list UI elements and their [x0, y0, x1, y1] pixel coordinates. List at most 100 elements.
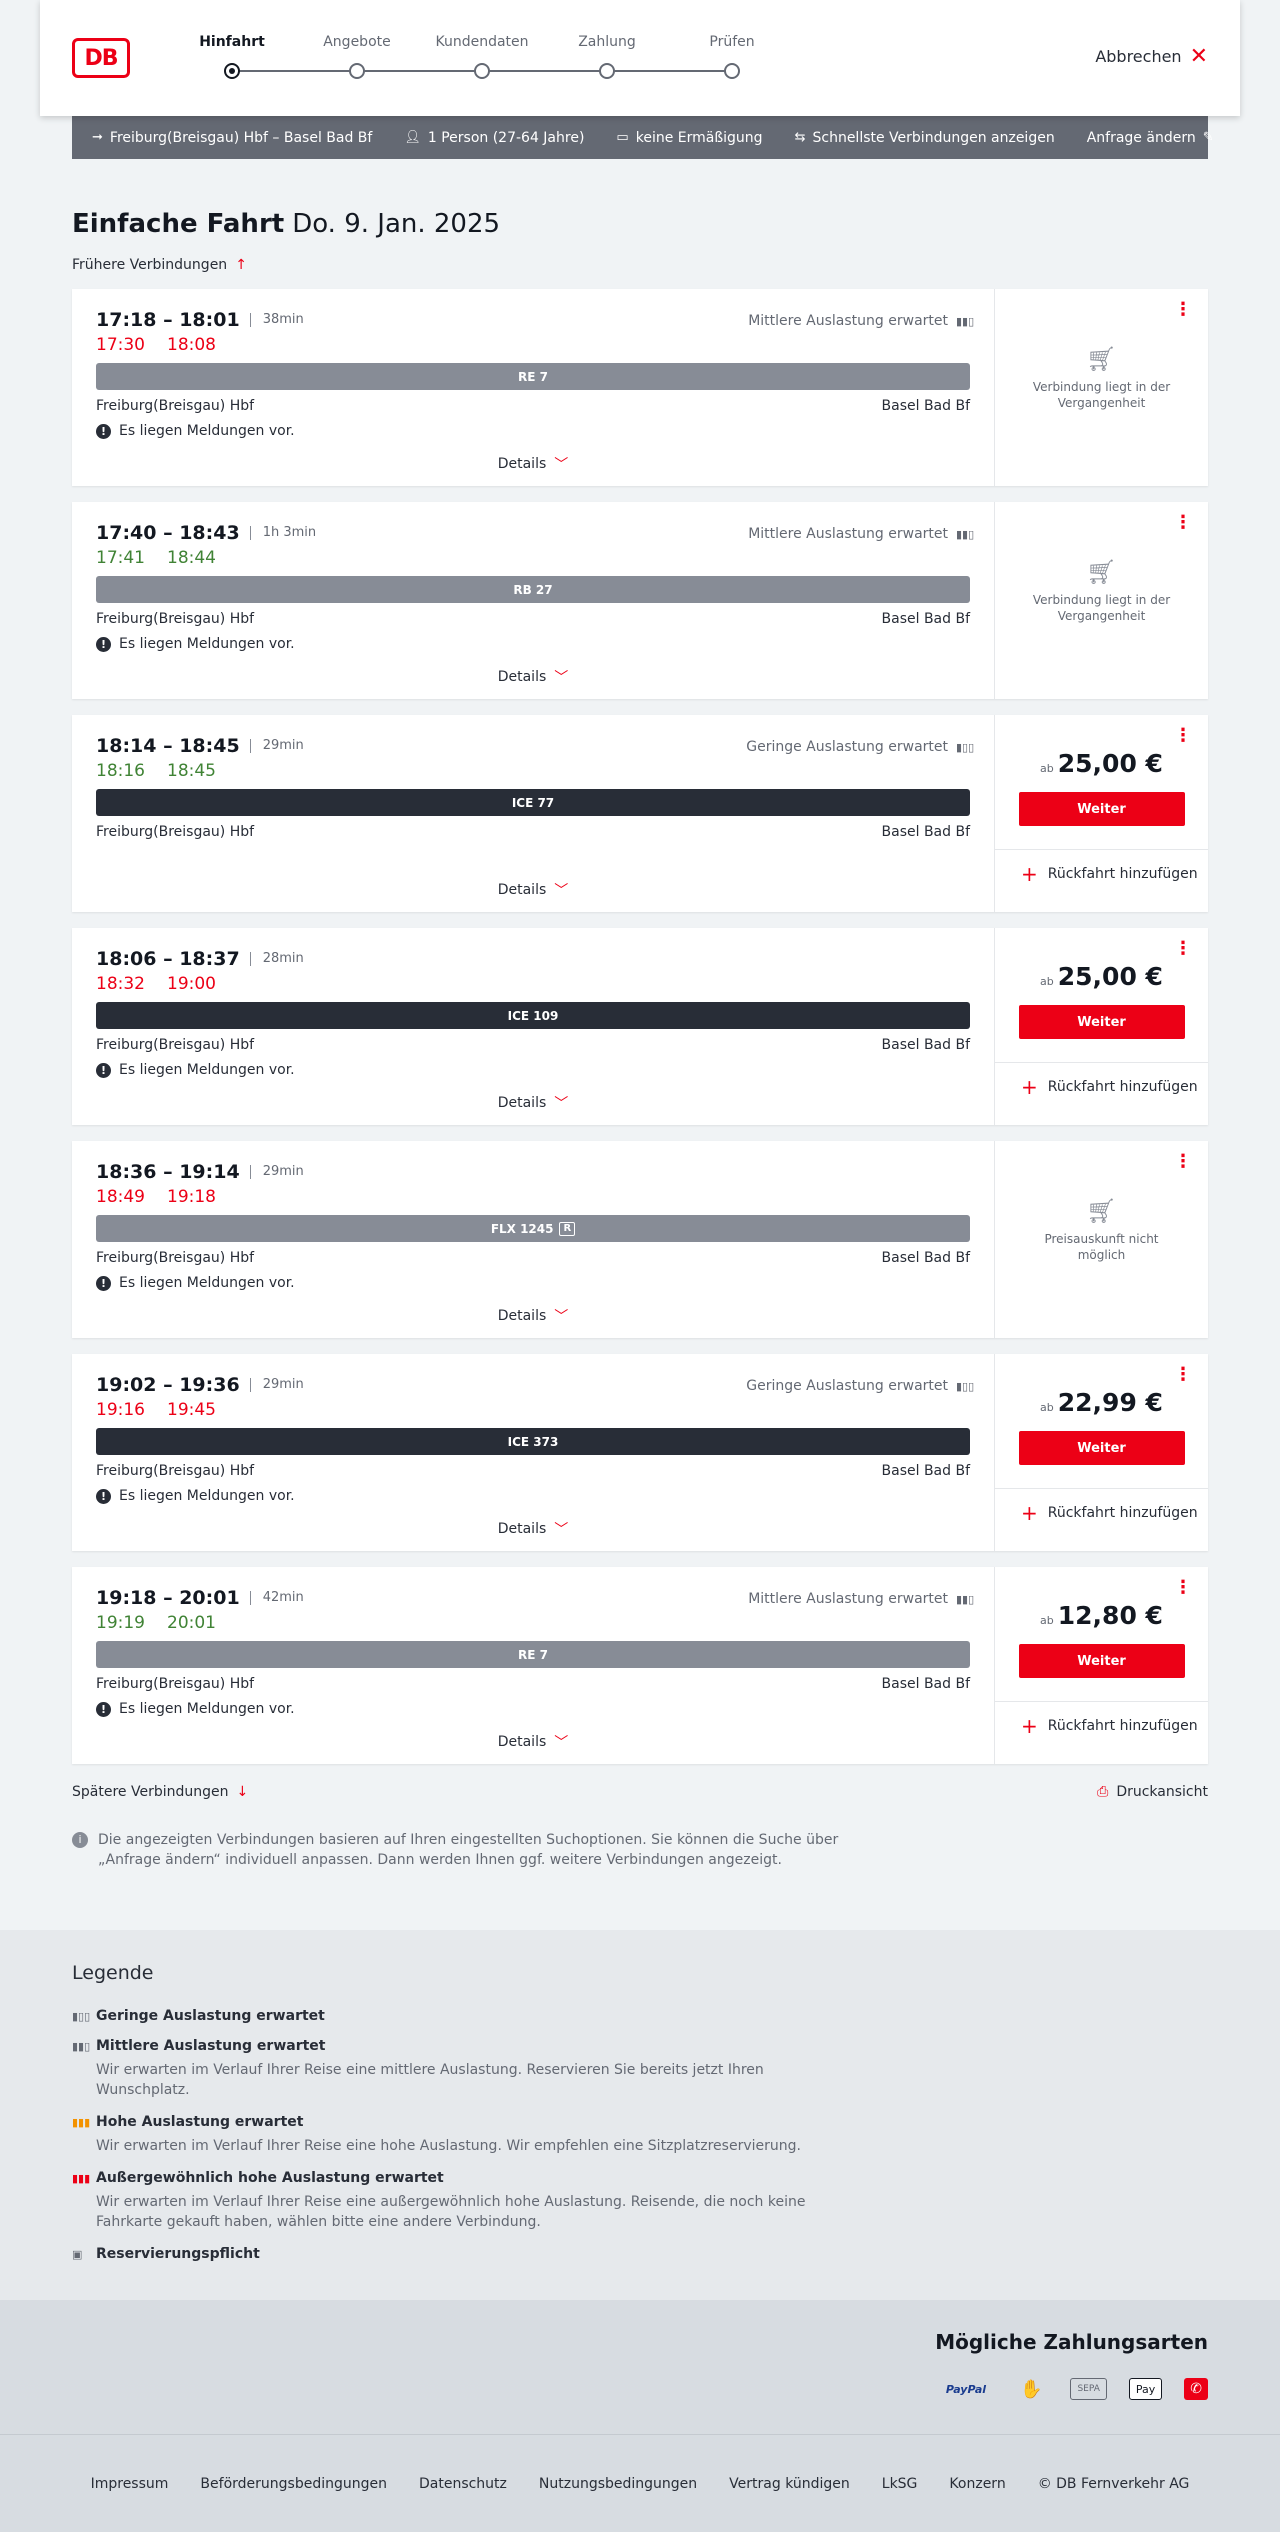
message-text: Es liegen Meldungen vor. — [119, 1275, 295, 1291]
step-1[interactable]: Hinfahrt — [162, 34, 302, 79]
occupancy-low-icon: ▮▯▯ — [72, 2009, 91, 2023]
more-options-icon[interactable]: ⋮ — [1174, 1579, 1192, 1597]
price-prefix: ab — [1040, 1401, 1054, 1414]
edit-query-button[interactable]: Anfrage ändern ✎ — [1087, 130, 1214, 146]
duration: 42min — [249, 1591, 304, 1605]
details-toggle[interactable]: Details ﹀ — [96, 454, 970, 474]
connection-card: 17:40 – 18:43 1h 3min Mittlere Auslastung … — [72, 502, 1208, 699]
add-return-button[interactable]: + Rückfahrt hinzufügen — [995, 1702, 1208, 1750]
realtime-departure: 18:49 — [96, 1187, 145, 1207]
occupancy-indicator: Mittlere Auslastung erwartet ▮▮▯ — [748, 313, 974, 329]
connection-info[interactable]: 18:36 – 19:14 29min 18:49 19:18 FLX 1245 R Fre… — [72, 1141, 994, 1338]
cart-unavailable-icon: 🛒︎ — [1086, 345, 1117, 373]
connection-info[interactable]: 19:18 – 20:01 42min Mittlere Auslastung er… — [72, 1567, 994, 1764]
connection-info[interactable]: 18:14 – 18:45 29min Geringe Auslastung erw… — [72, 715, 994, 912]
payment-section: Mögliche Zahlungsarten PayPal ✋ SEPA Pay… — [0, 2300, 1280, 2435]
occupancy-indicator: Mittlere Auslastung erwartet ▮▮▯ — [748, 1591, 974, 1607]
db-logo[interactable]: DB — [72, 38, 130, 78]
offer-panel: ⋮ ab 22,99 € Weiter + Rückfahrt hinzufügen — [994, 1354, 1208, 1551]
offer-panel: ⋮ ab 25,00 € Weiter + Rückfahrt hinzufügen — [994, 715, 1208, 912]
query-travelers[interactable]: 👤︎ 1 Person (27-64 Jahre) — [404, 130, 584, 146]
more-options-icon[interactable]: ⋮ — [1174, 514, 1192, 532]
train-name: ICE 373 — [507, 1434, 559, 1449]
occupancy-indicator: Geringe Auslastung erwartet ▮▯▯ — [746, 1378, 974, 1394]
footer-link[interactable]: © DB Fernverkehr AG — [1038, 2476, 1190, 2492]
footer-link[interactable]: Datenschutz — [419, 2476, 507, 2492]
warning-icon: ! — [96, 423, 111, 439]
step-4[interactable]: Zahlung — [537, 34, 677, 79]
stations: Freiburg(Breisgau) Hbf Basel Bad Bf — [96, 398, 970, 414]
train-badge[interactable]: RE 7 — [96, 1641, 970, 1668]
connection-card: 18:36 – 19:14 29min 18:49 19:18 FLX 1245 R Fre… — [72, 1141, 1208, 1338]
occupancy-indicator: Mittlere Auslastung erwartet ▮▮▯ — [748, 526, 975, 542]
details-toggle[interactable]: Details ﹀ — [96, 667, 970, 687]
query-discount[interactable]: ▭ keine Ermäßigung — [616, 130, 762, 146]
train-name: RB 27 — [513, 582, 553, 597]
legend-item: ▣ Reservierungspflicht — [72, 2246, 1208, 2262]
arrow-up-icon: ↑ — [235, 257, 247, 273]
realtime-times: 19:19 20:01 — [96, 1613, 970, 1633]
more-options-icon[interactable]: ⋮ — [1174, 1366, 1192, 1384]
details-toggle[interactable]: Details ﹀ — [96, 1519, 970, 1539]
realtime-departure: 18:16 — [96, 761, 145, 781]
unavailable-text: Verbindung liegt in der Vergangenheit — [1032, 593, 1171, 623]
legend-list: ▮▯▯ Geringe Auslastung erwartet ▮▮▯ Mittler… — [72, 2008, 1208, 2262]
duration: 29min — [249, 1378, 304, 1392]
warning-icon: ! — [96, 1062, 111, 1078]
train-badge[interactable]: FLX 1245 R — [96, 1215, 970, 1242]
details-toggle[interactable]: Details ﹀ — [96, 880, 970, 900]
train-badge[interactable]: RE 7 — [96, 363, 970, 390]
connection-info[interactable]: 18:06 – 18:37 28min 18:32 19:00 ICE 109 Freib… — [72, 928, 994, 1125]
connection-info[interactable]: 17:18 – 18:01 38min Mittlere Auslastung er… — [72, 289, 994, 486]
connection-info[interactable]: 19:02 – 19:36 29min Geringe Auslastung erw… — [72, 1354, 994, 1551]
details-toggle[interactable]: Details ﹀ — [96, 1306, 970, 1326]
more-options-icon[interactable]: ⋮ — [1174, 940, 1192, 958]
cancel-button[interactable]: Abbrechen ✕ — [1095, 45, 1208, 67]
footer-link[interactable]: Beförderungsbedingungen — [200, 2476, 387, 2492]
more-options-icon[interactable]: ⋮ — [1174, 301, 1192, 319]
step-3[interactable]: Kundendaten — [412, 34, 552, 79]
add-return-button[interactable]: + Rückfahrt hinzufügen — [995, 1063, 1208, 1111]
footer-link[interactable]: Nutzungsbedingungen — [539, 2476, 697, 2492]
legend-item: ▮▯▯ Geringe Auslastung erwartet — [72, 2008, 1208, 2024]
query-route[interactable]: ➞ Freiburg(Breisgau) Hbf – Basel Bad Bf — [92, 130, 372, 146]
continue-button[interactable]: Weiter — [1018, 792, 1185, 826]
details-label: Details — [497, 669, 547, 685]
details-toggle[interactable]: Details ﹀ — [96, 1732, 970, 1752]
occupancy-medium-icon: ▮▮▯ — [956, 527, 975, 541]
occupancy-text: Mittlere Auslastung erwartet — [748, 526, 948, 542]
duration: 1h 3min — [249, 526, 316, 540]
train-badge[interactable]: ICE 373 — [96, 1428, 970, 1455]
footer-link[interactable]: Vertrag kündigen — [729, 2476, 850, 2492]
step-5[interactable]: Prüfen — [662, 34, 802, 79]
earlier-connections-link[interactable]: Frühere Verbindungen ↑ — [72, 257, 1208, 273]
more-options-icon[interactable]: ⋮ — [1174, 1153, 1192, 1171]
message-notice: ! Es liegen Meldungen vor. — [96, 1061, 970, 1079]
realtime-times: 17:30 18:08 — [96, 335, 970, 355]
print-view-link[interactable]: ⎙ Druckansicht — [1097, 1784, 1208, 1800]
train-badge[interactable]: RB 27 — [96, 576, 970, 603]
footer-link[interactable]: LkSG — [882, 2476, 918, 2492]
connection-info[interactable]: 17:40 – 18:43 1h 3min Mittlere Auslastung … — [72, 502, 994, 699]
message-text: Es liegen Meldungen vor. — [119, 1062, 295, 1078]
message-text: Es liegen Meldungen vor. — [119, 636, 295, 652]
later-connections-link[interactable]: Spätere Verbindungen ↓ — [72, 1784, 248, 1800]
step-2[interactable]: Angebote — [287, 34, 427, 79]
footer-link[interactable]: Impressum — [91, 2476, 169, 2492]
continue-button[interactable]: Weiter — [1018, 1431, 1185, 1465]
add-return-button[interactable]: + Rückfahrt hinzufügen — [995, 850, 1208, 898]
occupancy-medium-icon: ▮▮▯ — [72, 2039, 91, 2053]
add-return-button[interactable]: + Rückfahrt hinzufügen — [995, 1489, 1208, 1537]
realtime-arrival: 19:00 — [167, 974, 216, 994]
more-options-icon[interactable]: ⋮ — [1174, 727, 1192, 745]
occupancy-low-icon: ▮▯▯ — [956, 740, 975, 754]
train-badge[interactable]: ICE 109 — [96, 1002, 970, 1029]
continue-button[interactable]: Weiter — [1018, 1005, 1185, 1039]
stations: Freiburg(Breisgau) Hbf Basel Bad Bf — [96, 1463, 970, 1479]
footer-link[interactable]: Konzern — [949, 2476, 1005, 2492]
step-dot — [724, 63, 740, 79]
query-fastest[interactable]: ⇆ Schnellste Verbindungen anzeigen — [795, 130, 1055, 146]
train-badge[interactable]: ICE 77 — [96, 789, 970, 816]
details-toggle[interactable]: Details ﹀ — [96, 1093, 970, 1113]
continue-button[interactable]: Weiter — [1018, 1644, 1185, 1678]
